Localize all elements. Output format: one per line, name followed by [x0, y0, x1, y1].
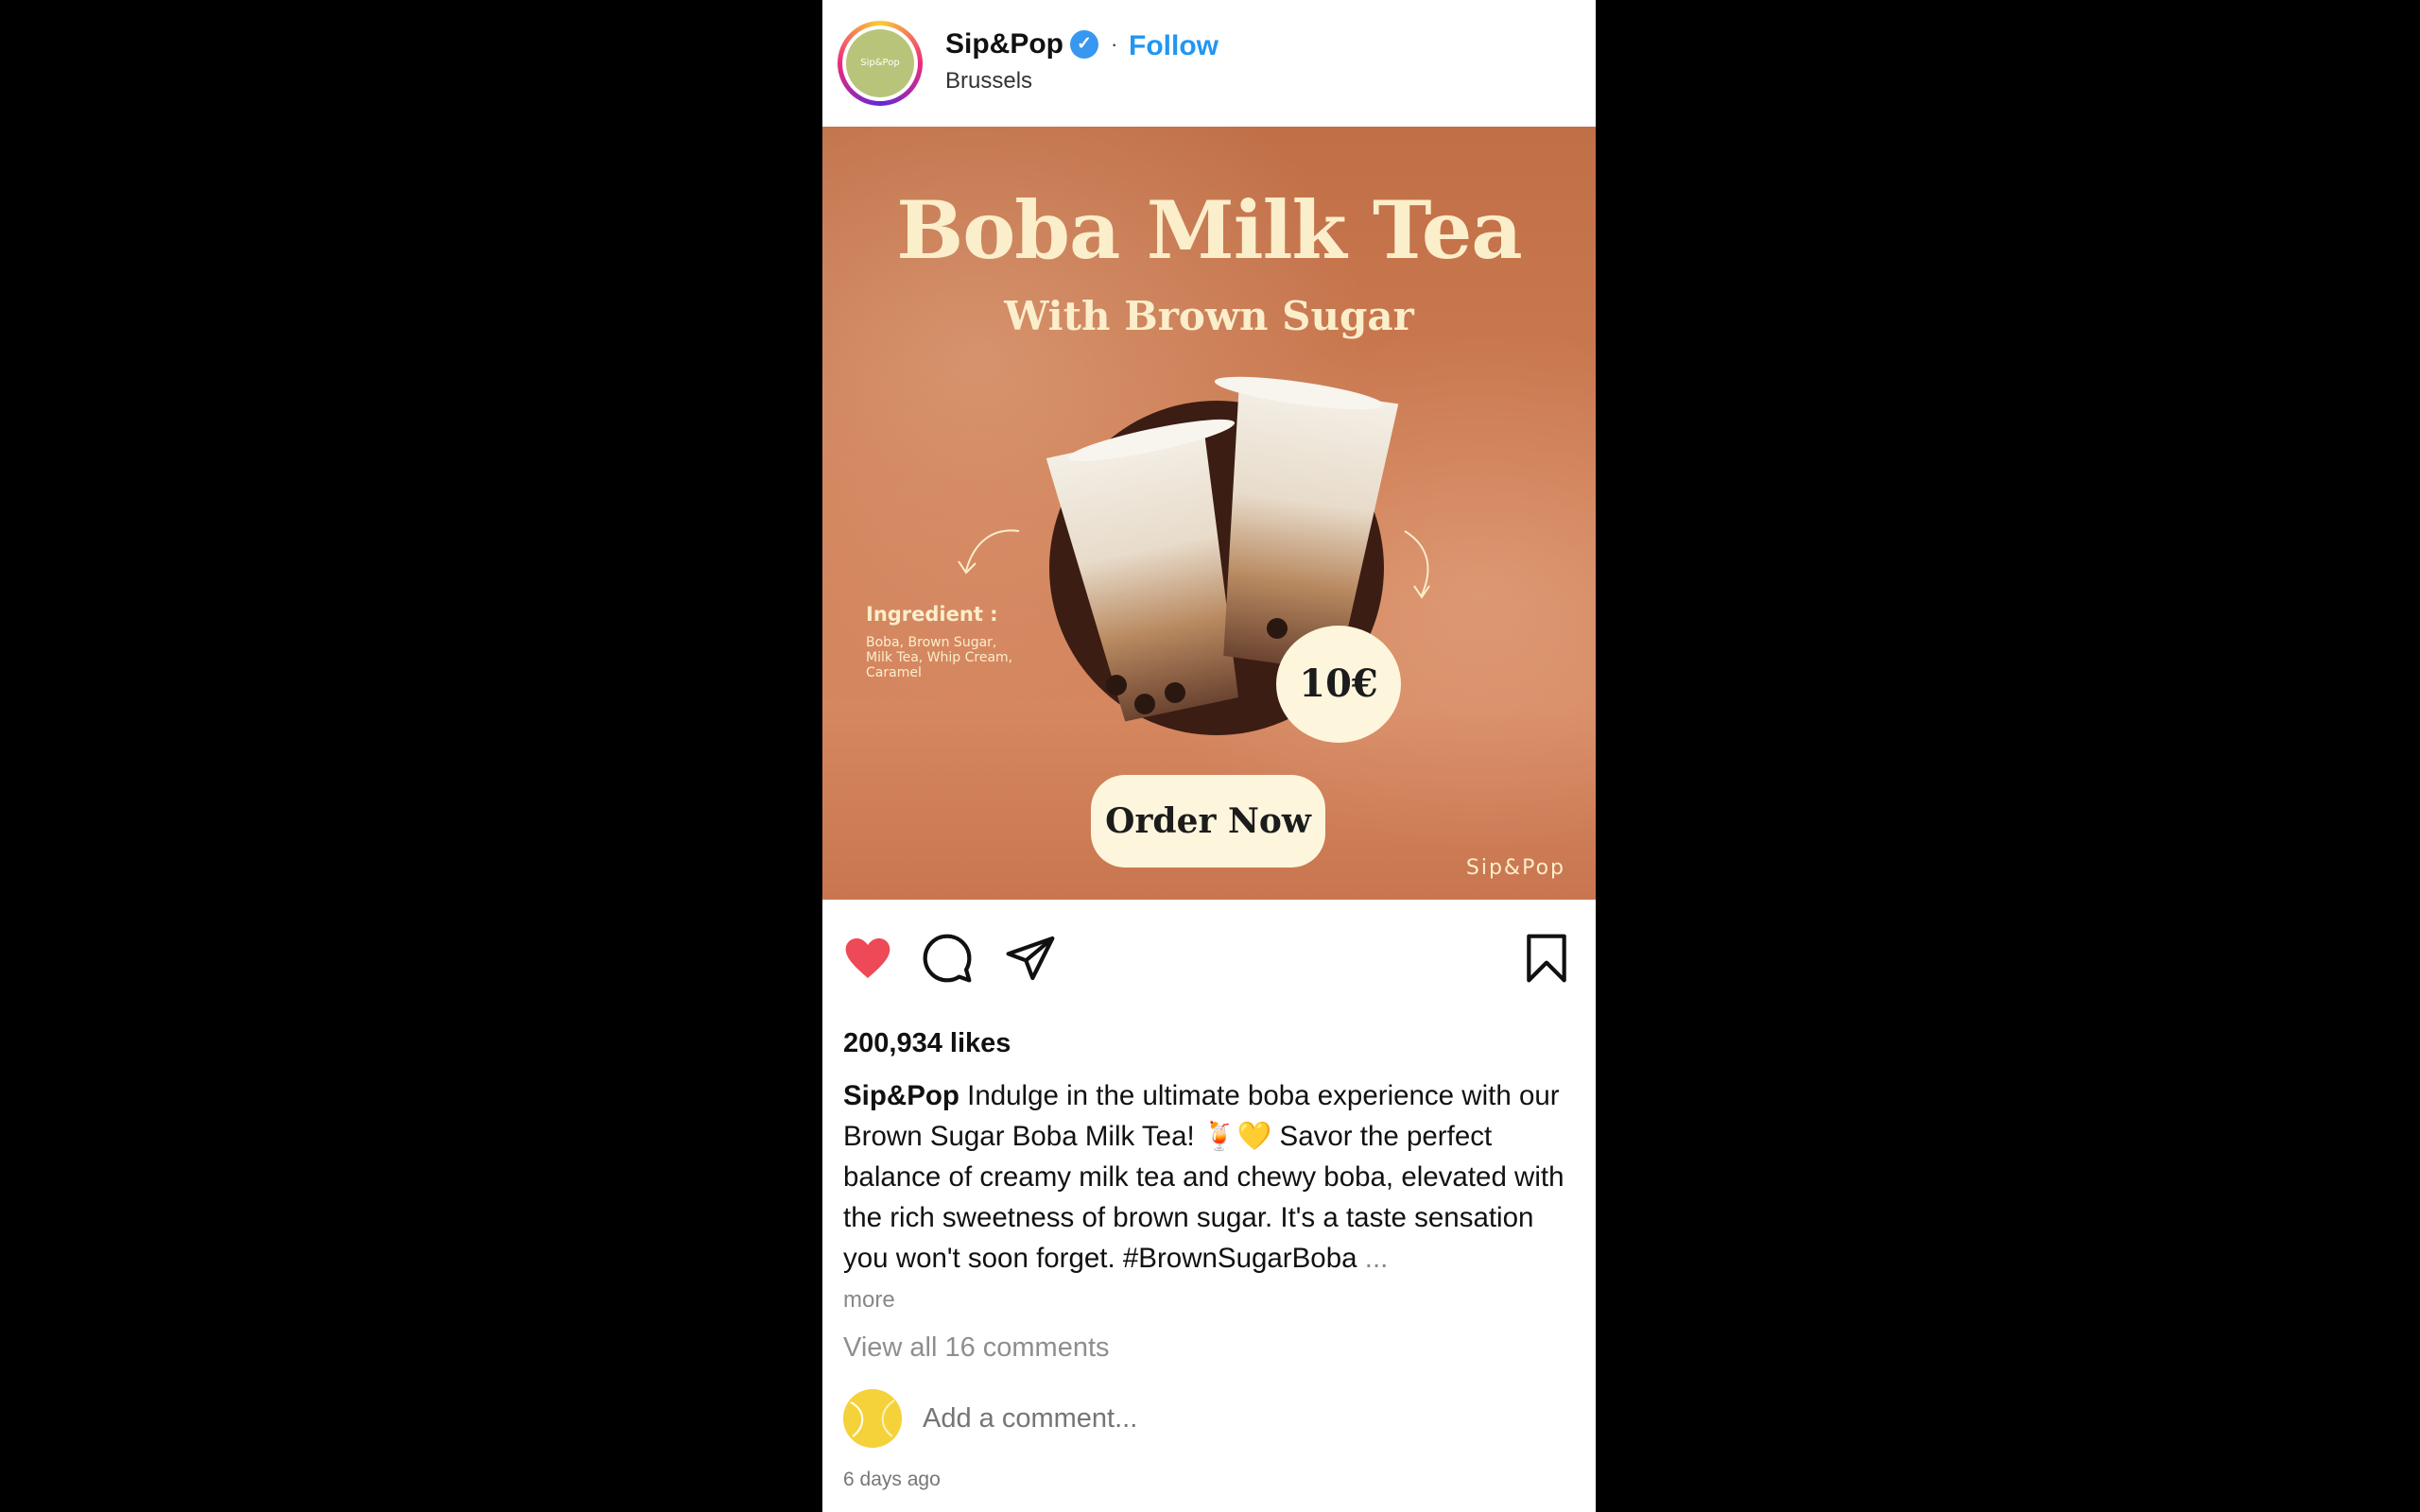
promo-title: Boba Milk Tea	[896, 183, 1522, 277]
post-caption: Sip&Pop Indulge in the ultimate boba exp…	[843, 1075, 1581, 1279]
comment-button[interactable]	[921, 932, 974, 985]
boba-pearl	[1106, 675, 1127, 696]
more-link[interactable]: more	[843, 1287, 895, 1314]
add-comment-input[interactable]	[921, 1402, 1577, 1435]
price-badge: 10€	[1276, 626, 1401, 743]
caption-ellipsis: ...	[1364, 1243, 1389, 1274]
avatar-logo: Sip&Pop	[846, 29, 914, 97]
separator-dot: ·	[1111, 32, 1118, 56]
paper-plane-icon	[1006, 936, 1055, 981]
arrow-right-icon	[1404, 530, 1430, 599]
caption-username[interactable]: Sip&Pop	[843, 1080, 959, 1111]
comment-icon	[923, 934, 972, 983]
post-timestamp: 6 days ago	[843, 1469, 941, 1490]
heart-icon	[845, 938, 890, 978]
bookmark-icon	[1527, 934, 1566, 983]
view-all-comments-link[interactable]: View all 16 comments	[843, 1332, 1110, 1364]
boba-pearl	[1134, 694, 1155, 714]
post-image[interactable]: Boba Milk Tea With Brown Sugar Ingredien…	[822, 127, 1596, 900]
share-button[interactable]	[1004, 932, 1057, 985]
likes-count[interactable]: 200,934 likes	[843, 1028, 1011, 1059]
location-label[interactable]: Brussels	[945, 68, 1032, 94]
instagram-post: Sip&Pop Sip&Pop ✓ · Follow Brussels Boba…	[822, 0, 1596, 1512]
current-user-avatar	[843, 1389, 902, 1448]
promo-subtitle: With Brown Sugar	[1004, 293, 1414, 339]
save-button[interactable]	[1520, 932, 1573, 985]
profile-avatar[interactable]: Sip&Pop	[838, 21, 923, 106]
boba-pearl	[1267, 618, 1288, 639]
like-button[interactable]	[841, 932, 894, 985]
order-now-button: Order Now	[1091, 775, 1325, 868]
ingredient-heading: Ingredient :	[866, 603, 998, 626]
account-name[interactable]: Sip&Pop	[945, 28, 1063, 60]
arrow-left-icon	[958, 529, 1020, 575]
ingredient-list: Boba, Brown Sugar, Milk Tea, Whip Cream,…	[866, 635, 1013, 680]
tennis-ball-icon	[843, 1389, 902, 1448]
follow-button[interactable]: Follow	[1129, 30, 1219, 62]
verified-badge-icon: ✓	[1070, 30, 1098, 59]
post-header: Sip&Pop Sip&Pop ✓ · Follow Brussels	[822, 0, 1596, 127]
boba-pearl	[1165, 682, 1185, 703]
brand-watermark: Sip&Pop	[1465, 856, 1565, 880]
